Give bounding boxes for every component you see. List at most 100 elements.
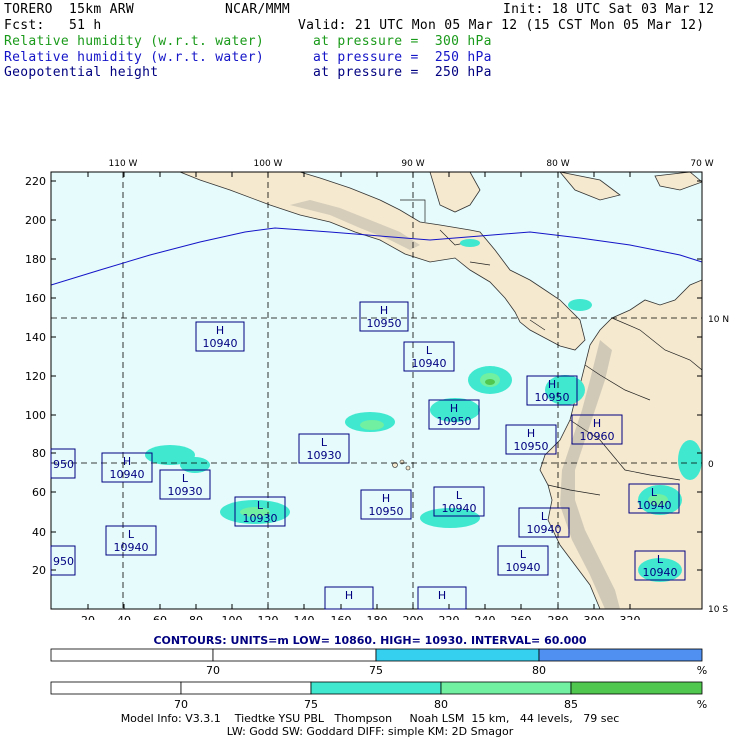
longitude-label: 80 W	[546, 159, 569, 169]
x-tick-label: 260	[511, 614, 532, 620]
x-tick-label: 40	[117, 614, 131, 620]
model-info-line1: Model Info: V3.3.1 Tiedtke YSU PBL Thomp…	[120, 712, 620, 725]
center-type: L	[657, 553, 664, 566]
y-tick-label: 60	[32, 486, 46, 499]
center-value: 10950	[535, 391, 570, 404]
x-tick-label: 200	[403, 614, 424, 620]
center-value: 10940	[114, 541, 149, 554]
latitude-label: 0	[708, 460, 714, 470]
cb2-label-85: 85	[564, 698, 578, 711]
center-value: 10940	[506, 561, 541, 574]
x-tick-label: 100	[222, 614, 243, 620]
x-tick-label: 20	[81, 614, 95, 620]
cb1-label-80: 80	[532, 664, 546, 677]
center-value: 10940	[527, 523, 562, 536]
cb1-unit: %	[697, 664, 707, 677]
center-type: L	[541, 510, 548, 523]
center-type: L	[456, 489, 463, 502]
center-value: 10940	[203, 337, 238, 350]
y-tick-label: 140	[25, 331, 46, 344]
field-3-name: Geopotential height	[4, 65, 159, 80]
y-tick-label: 20	[32, 564, 46, 577]
center-type: L	[182, 472, 189, 485]
x-tick-label: 300	[584, 614, 605, 620]
cb2-label-80: 80	[434, 698, 448, 711]
x-tick-label: 280	[548, 614, 569, 620]
valid-time: Valid: 21 UTC Mon 05 Mar 12 (15 CST Mon …	[298, 18, 705, 33]
y-tick-label: 180	[25, 253, 46, 266]
center-type: H	[123, 455, 131, 468]
latitude-label: 10 S	[708, 605, 728, 615]
y-tick-label: 100	[25, 409, 46, 422]
y-tick-label: 200	[25, 214, 46, 227]
center-type: L	[257, 499, 264, 512]
x-tick-label: 160	[331, 614, 352, 620]
longitude-labels: 110 W 100 W 90 W 80 W 70 W	[109, 159, 714, 169]
x-tick-label: 140	[294, 614, 315, 620]
center-value: 10940	[637, 499, 672, 512]
cb2-label-75: 75	[304, 698, 318, 711]
cb1-label-75: 75	[369, 664, 383, 677]
x-tick-label: 320	[620, 614, 641, 620]
x-tick-label: 60	[153, 614, 167, 620]
x-tick-label: 220	[439, 614, 460, 620]
latitude-labels: 10 N 0 10 S	[708, 315, 729, 615]
center-value: 10940	[442, 502, 477, 515]
latitude-label: 10 N	[708, 315, 729, 325]
center-type: H	[380, 304, 388, 317]
center-type: L	[128, 528, 135, 541]
field-2-level: at pressure = 250 hPa	[313, 50, 492, 65]
center-type: H	[438, 589, 446, 602]
center-type: L	[426, 344, 433, 357]
cb2-unit: %	[697, 698, 707, 711]
colorbar-300hpa: 70 75 80 85 %	[50, 681, 707, 711]
longitude-label: 110 W	[109, 159, 138, 169]
center-value: 10940	[412, 357, 447, 370]
field-1-name: Relative humidity (w.r.t. water)	[4, 34, 265, 49]
center-label: NCAR/MMM	[225, 2, 291, 17]
cb1-label-70: 70	[206, 664, 220, 677]
center-value: 10950	[369, 505, 404, 518]
x-tick-label: 180	[367, 614, 388, 620]
y-tick-label: 120	[25, 370, 46, 383]
x-tick-label: 120	[258, 614, 279, 620]
center-value: 950	[53, 555, 74, 568]
center-type: L	[321, 436, 328, 449]
center-type: H	[548, 378, 556, 391]
center-type: H	[527, 427, 535, 440]
center-type: H	[345, 589, 353, 602]
field-2-name: Relative humidity (w.r.t. water)	[4, 50, 265, 65]
center-value: 950	[53, 458, 74, 471]
center-value: 10930	[168, 485, 203, 498]
model-title: TORERO 15km ARW	[4, 2, 135, 17]
field-3-level: at pressure = 250 hPa	[313, 65, 492, 80]
init-time: Init: 18 UTC Sat 03 Mar 12	[503, 2, 715, 17]
center-type: H	[450, 402, 458, 415]
colorbar-250hpa: 70 75 80 %	[50, 648, 707, 677]
center-value: 10940	[643, 566, 678, 579]
y-tick-label: 160	[25, 292, 46, 305]
colorbars: 70 75 80 % 70 75 80 85 %	[50, 648, 707, 711]
center-value: 10950	[437, 415, 472, 428]
weather-map: H10950H10940L10940H10950H10950H10960L109…	[25, 159, 729, 620]
cb2-label-70: 70	[174, 698, 188, 711]
center-type: L	[520, 548, 527, 561]
y-tick-label: 220	[25, 175, 46, 188]
center-value: 10930	[307, 449, 342, 462]
center-value: 10930	[243, 512, 278, 525]
forecast-hour: Fcst: 51 h	[4, 18, 102, 33]
longitude-label: 100 W	[254, 159, 283, 169]
center-type: H	[593, 417, 601, 430]
center-value: 10950	[514, 440, 549, 453]
center-value: 10940	[110, 468, 145, 481]
y-tick-label: 40	[32, 526, 46, 539]
model-info-line2: LW: Godd SW: Goddard DIFF: simple KM: 2D…	[226, 725, 514, 738]
center-type: H	[382, 492, 390, 505]
x-tick-label: 80	[189, 614, 203, 620]
center-value: 10960	[580, 430, 615, 443]
y-tick-label: 80	[32, 447, 46, 460]
longitude-label: 90 W	[401, 159, 424, 169]
x-tick-label: 240	[475, 614, 496, 620]
center-type: L	[651, 486, 658, 499]
longitude-label: 70 W	[690, 159, 713, 169]
